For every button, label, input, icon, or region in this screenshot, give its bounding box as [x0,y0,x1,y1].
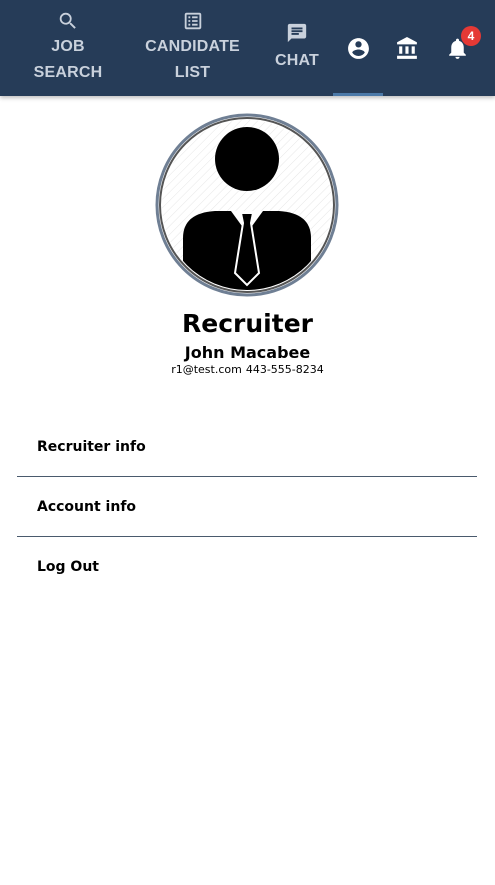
chat-icon [287,23,307,43]
tab-candidate-list[interactable]: CANDIDATE LIST [140,0,245,96]
notification-count-badge: 4 [461,26,481,46]
profile-menu: Recruiter info Account info Log Out [17,417,477,597]
search-icon [59,12,76,29]
recruiter-avatar [155,113,339,297]
tab-notifications[interactable]: 4 [432,0,482,96]
tab-chat[interactable]: CHAT [266,0,328,96]
profile-contact: r1@test.com 443-555-8234 [0,363,495,376]
profile-email: r1@test.com [171,363,242,376]
menu-item-recruiter-info[interactable]: Recruiter info [17,417,477,477]
menu-item-account-info[interactable]: Account info [17,477,477,537]
tab-chat-label: CHAT [274,52,320,69]
tab-job-search[interactable]: JOB SEARCH [18,0,118,96]
tab-bank[interactable] [382,0,432,96]
list-icon [184,12,201,30]
tab-candidate-list-label: CANDIDATE LIST [145,38,240,81]
tab-job-search-label: JOB SEARCH [33,38,103,81]
profile-phone: 443-555-8234 [245,363,324,376]
profile-role: Recruiter [182,309,313,338]
bank-icon [396,36,417,59]
active-tab-indicator [333,93,383,96]
tab-profile[interactable] [333,0,383,96]
profile-name: John Macabee [184,343,311,362]
menu-item-log-out[interactable]: Log Out [17,537,477,597]
account-circle-icon [347,37,369,59]
top-navigation-bar: JOB SEARCH CANDIDATE LIST CHAT 4 [0,0,495,96]
